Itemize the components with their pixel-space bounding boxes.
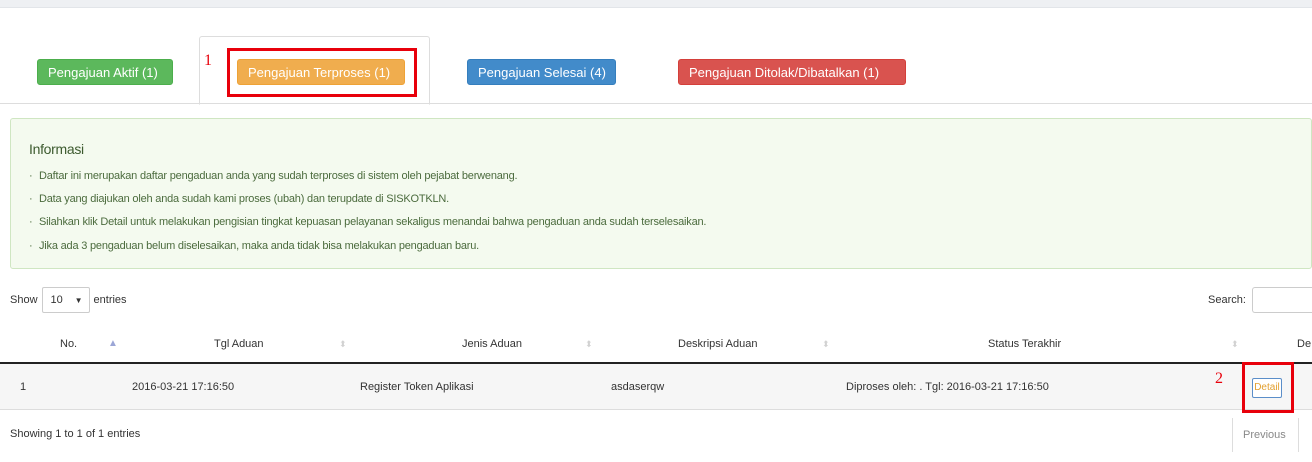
tabs-divider	[0, 103, 1312, 104]
sort-icon: ⬍	[585, 339, 593, 349]
info-item: · Jika ada 3 pengaduan belum diselesaikan…	[29, 240, 480, 252]
table-header: No. ▲ Tgl Aduan ⬍ Jenis Aduan ⬍ Deskrips…	[0, 326, 1312, 364]
column-header-tgl-aduan[interactable]: Tgl Aduan	[214, 326, 264, 362]
cell-deskripsi-aduan: asdaserqw	[611, 381, 665, 393]
length-control: Show 10 ▼ entries	[10, 287, 127, 313]
column-header-jenis-aduan[interactable]: Jenis Aduan	[462, 326, 522, 362]
status-tabs: Pengajuan Aktif (1) Pengajuan Terproses …	[0, 0, 1312, 105]
info-title: Informasi	[29, 141, 84, 157]
info-item: · Daftar ini merupakan daftar pengaduan a…	[29, 170, 518, 182]
pagination-next-edge	[1298, 418, 1312, 452]
tab-pengajuan-ditolak[interactable]: Pengajuan Ditolak/Dibatalkan (1)	[678, 59, 906, 85]
bullet-icon: ·	[29, 216, 33, 228]
bullet-icon: ·	[29, 193, 33, 205]
info-panel: Informasi · Daftar ini merupakan daftar p…	[10, 118, 1312, 269]
cell-jenis-aduan: Register Token Aplikasi	[360, 381, 474, 393]
bullet-icon: ·	[29, 170, 33, 182]
annotation-highlight-detail	[1242, 362, 1294, 413]
info-item: · Silahkan klik Detail untuk melakukan pe…	[29, 216, 707, 228]
column-header-no[interactable]: No.	[60, 326, 77, 362]
cell-status-terakhir: Diproses oleh: . Tgl: 2016-03-21 17:16:5…	[846, 381, 1049, 393]
entries-label: entries	[93, 294, 127, 306]
search-input[interactable]	[1251, 287, 1312, 313]
column-header-deskripsi-aduan[interactable]: Deskripsi Aduan	[678, 326, 758, 362]
column-header-status-terakhir[interactable]: Status Terakhir	[988, 326, 1061, 362]
show-label: Show	[10, 294, 38, 306]
table-info: Showing 1 to 1 of 1 entries	[10, 428, 141, 440]
tab-pengajuan-selesai[interactable]: Pengajuan Selesai (4)	[467, 59, 616, 85]
sort-icon: ⬍	[339, 339, 347, 349]
chevron-down-icon: ▼	[74, 295, 83, 305]
entries-value: 10	[50, 294, 63, 306]
column-header-detail[interactable]: De	[1297, 326, 1311, 362]
annotation-highlight-tab	[227, 48, 417, 97]
sort-icon: ⬍	[1231, 339, 1239, 349]
info-item: · Data yang diajukan oleh anda sudah kami…	[29, 193, 450, 205]
bullet-icon: ·	[29, 240, 33, 252]
table-row: 1 2016-03-21 17:16:50 Register Token Apl…	[0, 364, 1312, 410]
search-label: Search:	[1208, 294, 1246, 306]
entries-select[interactable]: 10 ▼	[41, 287, 90, 313]
cell-tgl-aduan: 2016-03-21 17:16:50	[132, 381, 235, 393]
sort-icon: ⬍	[822, 339, 830, 349]
sort-asc-icon: ▲	[108, 338, 118, 349]
tab-pengajuan-aktif[interactable]: Pengajuan Aktif (1)	[37, 59, 173, 85]
annotation-number-1: 1	[204, 52, 212, 69]
search-control: Search:	[1208, 287, 1312, 313]
annotation-number-2: 2	[1215, 370, 1223, 387]
cell-no: 1	[20, 381, 27, 393]
